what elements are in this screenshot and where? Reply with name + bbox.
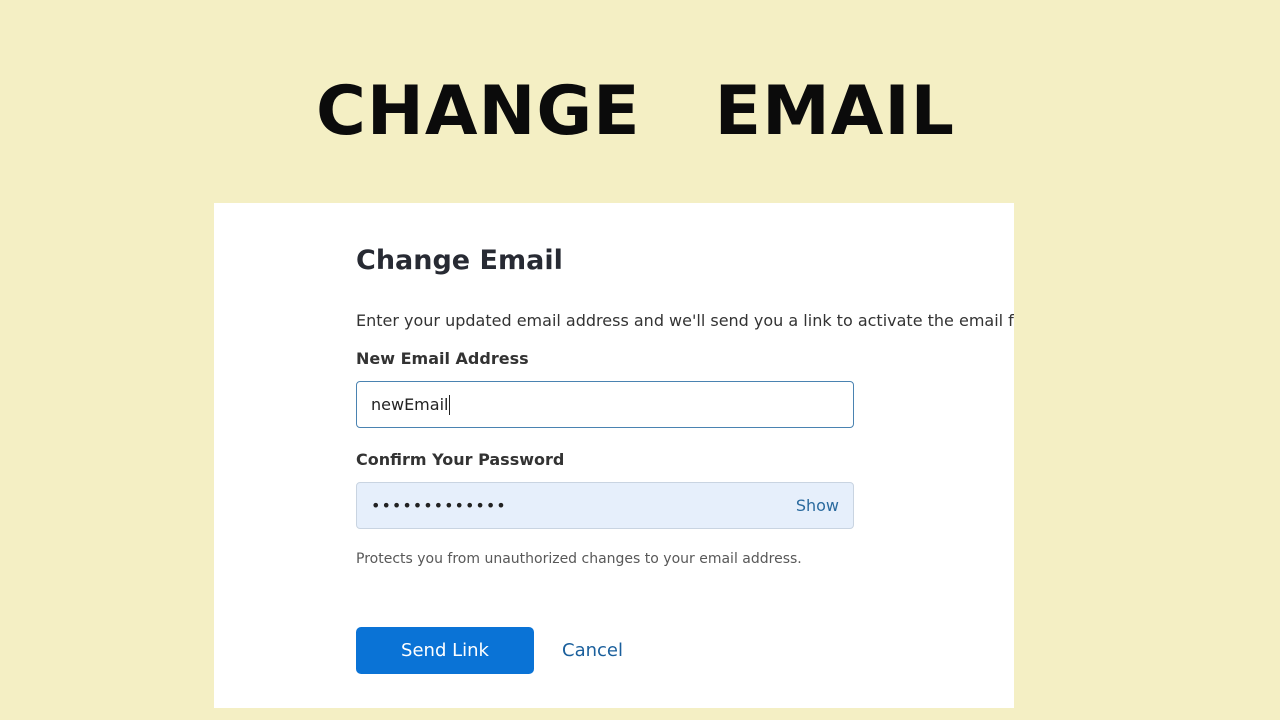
cancel-link[interactable]: Cancel: [562, 639, 623, 663]
password-masked-value: •••••••••••••: [371, 496, 507, 515]
show-password-toggle[interactable]: Show: [796, 496, 839, 515]
banner-title: CHANGE EMAIL: [316, 72, 956, 151]
text-caret: [449, 394, 451, 415]
new-email-label: New Email Address: [356, 349, 529, 368]
send-link-button[interactable]: Send Link: [356, 627, 534, 674]
form-description: Enter your updated email address and we'…: [356, 311, 1014, 330]
confirm-password-label: Confirm Your Password: [356, 450, 565, 469]
change-email-card: Change Email Enter your updated email ad…: [214, 203, 1014, 708]
password-hint: Protects you from unauthorized changes t…: [356, 551, 802, 567]
form-title: Change Email: [356, 245, 563, 276]
new-email-value: newEmail: [371, 395, 449, 414]
confirm-password-input[interactable]: ••••••••••••• Show: [356, 482, 854, 529]
new-email-input[interactable]: newEmail: [356, 381, 854, 428]
